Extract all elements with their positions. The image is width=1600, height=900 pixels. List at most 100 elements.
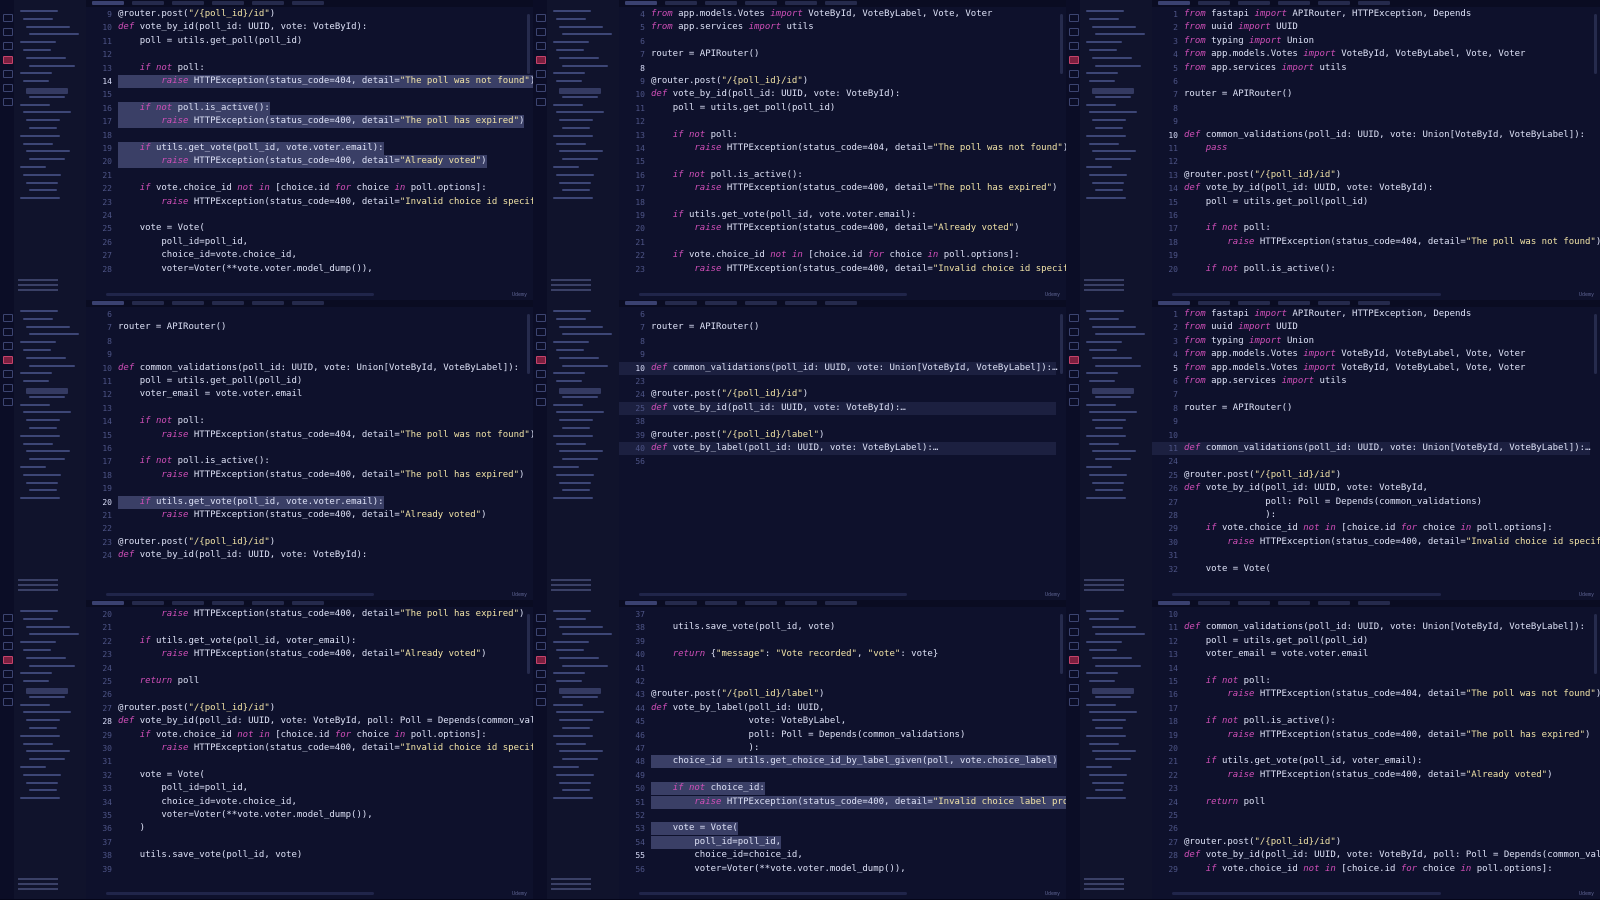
explorer-tree-item[interactable]	[20, 766, 46, 768]
explorer-tree-item[interactable]	[20, 610, 58, 612]
horizontal-scrollbar[interactable]	[639, 293, 908, 296]
explorer-tree-item[interactable]	[1092, 181, 1124, 184]
explorer-tree-item[interactable]	[29, 33, 79, 36]
explorer-tree-item[interactable]	[1086, 310, 1124, 312]
explorer-tree-item[interactable]	[26, 150, 70, 153]
explorer-tree-item[interactable]	[556, 411, 604, 414]
explorer-tree-item[interactable]	[553, 41, 589, 44]
explorer-tree-item[interactable]	[553, 497, 593, 500]
explorer-tree-item[interactable]	[559, 88, 601, 94]
explorer-tree-item[interactable]	[562, 758, 598, 761]
editor-tab[interactable]	[1358, 1, 1390, 5]
explorer-tree-item[interactable]	[1095, 458, 1131, 461]
editor-tab[interactable]	[1278, 301, 1310, 305]
explorer-tree-item[interactable]	[26, 750, 70, 753]
outline-item[interactable]	[551, 888, 591, 890]
outline-item[interactable]	[551, 883, 591, 885]
explorer-tree-item[interactable]	[26, 356, 66, 359]
explorer-tree-item[interactable]	[559, 625, 603, 628]
explorer-tree-item[interactable]	[1089, 111, 1137, 114]
explorer-tree-item[interactable]	[559, 181, 591, 184]
explorer-tree-item[interactable]	[29, 395, 65, 398]
activity-icon[interactable]	[1069, 670, 1079, 678]
activity-icon[interactable]	[536, 84, 546, 92]
explorer-tree-item[interactable]	[20, 310, 58, 312]
explorer-tree-item[interactable]	[1092, 625, 1136, 628]
explorer-tree-item[interactable]	[562, 95, 598, 98]
activity-icon[interactable]	[536, 698, 546, 706]
activity-icon[interactable]	[1069, 70, 1079, 78]
code-editor[interactable]: 1 from fastapi import APIRouter, HTTPExce…	[1152, 0, 1600, 300]
explorer-tree-item[interactable]	[559, 388, 601, 394]
explorer-tree-item[interactable]	[556, 742, 586, 745]
editor-tab[interactable]	[252, 301, 284, 305]
explorer-tree-item[interactable]	[1089, 349, 1117, 351]
explorer-tree-item[interactable]	[1089, 649, 1117, 651]
explorer-tree-item[interactable]	[23, 711, 71, 714]
outline-item[interactable]	[551, 284, 591, 286]
outline-item[interactable]	[551, 279, 591, 281]
explorer-tree-item[interactable]	[559, 781, 591, 784]
explorer-tree-item[interactable]	[1095, 33, 1145, 36]
explorer-tree-item[interactable]	[1089, 617, 1119, 620]
vertical-scrollbar[interactable]	[1060, 14, 1063, 74]
explorer-tree-item[interactable]	[553, 166, 579, 168]
explorer-tree-item[interactable]	[1086, 434, 1126, 437]
explorer-tree-item[interactable]	[26, 450, 70, 453]
explorer-tree-item[interactable]	[1092, 719, 1126, 722]
horizontal-scrollbar[interactable]	[1172, 593, 1441, 596]
explorer-tree-item[interactable]	[26, 719, 60, 722]
explorer-tree-item[interactable]	[1086, 641, 1122, 644]
horizontal-scrollbar[interactable]	[106, 892, 375, 895]
explorer-tree-item[interactable]	[562, 158, 598, 161]
code-area[interactable]: 1 from fastapi import APIRouter, HTTPExce…	[1152, 308, 1600, 592]
outline-item[interactable]	[18, 279, 58, 281]
activity-icon[interactable]	[536, 384, 546, 392]
editor-tab[interactable]	[665, 1, 697, 5]
explorer-tree-item[interactable]	[29, 189, 57, 192]
explorer-tree-item[interactable]	[20, 72, 52, 75]
explorer-tree-item[interactable]	[556, 317, 586, 320]
explorer-tree-item[interactable]	[1092, 688, 1134, 694]
explorer-tree-item[interactable]	[1095, 95, 1131, 98]
explorer-tree-item[interactable]	[556, 649, 584, 651]
editor-tab[interactable]	[1358, 601, 1390, 605]
explorer-tree-item[interactable]	[1095, 158, 1131, 161]
explorer-tree-item[interactable]	[556, 473, 594, 476]
activity-icon[interactable]	[536, 42, 546, 50]
explorer-tree-item[interactable]	[23, 649, 51, 651]
explorer-tree-item[interactable]	[26, 688, 68, 694]
code-editor[interactable]: 4 from app.models.Votes import VoteById, …	[619, 0, 1066, 300]
editor-tab[interactable]	[705, 601, 737, 605]
explorer-tree-item[interactable]	[23, 349, 51, 351]
code-editor[interactable]: 20 raise HTTPException(status_code=400, …	[86, 600, 533, 899]
outline-item[interactable]	[1084, 579, 1124, 581]
explorer-tree-item[interactable]	[29, 727, 57, 729]
explorer-tree-item[interactable]	[556, 173, 594, 176]
explorer-tree-item[interactable]	[1089, 773, 1127, 776]
explorer-tree-item[interactable]	[29, 489, 57, 492]
outline-item[interactable]	[1084, 878, 1124, 880]
explorer-tree-item[interactable]	[23, 773, 61, 776]
explorer-tree-item[interactable]	[562, 489, 590, 492]
editor-tab[interactable]	[292, 601, 324, 605]
vertical-scrollbar[interactable]	[527, 614, 530, 674]
explorer-tree-item[interactable]	[1086, 403, 1116, 406]
explorer-tree-item[interactable]	[23, 442, 53, 445]
explorer-tree-item[interactable]	[559, 56, 599, 59]
activity-icon[interactable]	[1069, 314, 1079, 322]
explorer-tree-item[interactable]	[1095, 758, 1131, 761]
horizontal-scrollbar[interactable]	[106, 593, 375, 596]
activity-icon[interactable]	[536, 398, 546, 406]
editor-tab[interactable]	[625, 1, 657, 5]
explorer-tree-item[interactable]	[553, 703, 583, 706]
explorer-tree-item[interactable]	[562, 727, 590, 729]
editor-tab[interactable]	[212, 601, 244, 605]
explorer-tree-item[interactable]	[1086, 103, 1116, 106]
explorer-tree-item[interactable]	[553, 10, 591, 12]
code-area[interactable]: 6 7 router = APIRouter() 8 9 10 def common_val…	[619, 308, 1066, 592]
editor-tab[interactable]	[92, 601, 124, 605]
editor-tab[interactable]	[132, 1, 164, 5]
explorer-tree-item[interactable]	[562, 664, 608, 667]
explorer-tree-item[interactable]	[23, 411, 71, 414]
